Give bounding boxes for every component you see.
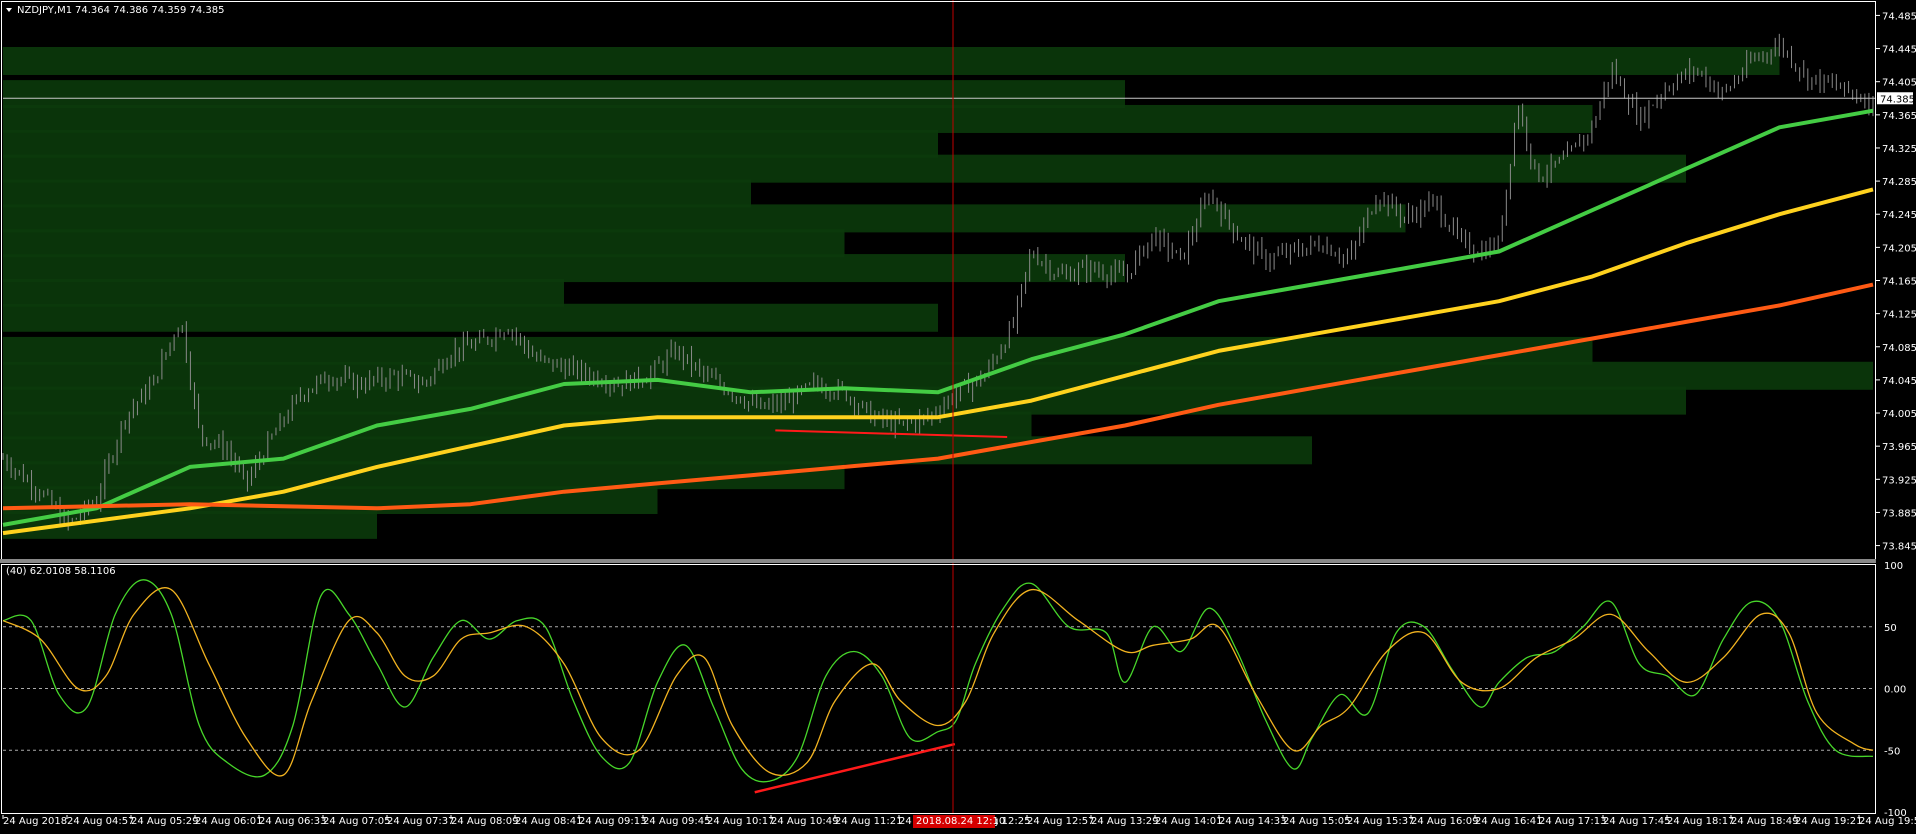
price-tick-label: 74.045 <box>1882 376 1916 387</box>
trading-chart[interactable]: 74.485 74.445 74.405 74.365 74.325 74.285 74.2… <box>0 0 1916 834</box>
current-price-label: 74.385 <box>1880 94 1915 105</box>
cursor-time-label: 2018.08.24 12:10 <box>916 816 1005 827</box>
time-tick-label: 24 Aug 09:13 <box>579 816 646 827</box>
price-tick-label: 74.245 <box>1882 210 1916 221</box>
time-tick-label: 24 Aug 14:33 <box>1219 816 1286 827</box>
price-tick-label: 73.885 <box>1882 508 1916 519</box>
time-tick-label: 24 Aug 07:05 <box>323 816 390 827</box>
time-tick-label: 24 Aug 15:05 <box>1283 816 1350 827</box>
profile-band <box>3 154 1686 183</box>
price-tick-label: 74.445 <box>1882 45 1916 56</box>
time-tick-label: 24 Aug 19:53 <box>1859 816 1916 827</box>
time-tick-label: 24 Aug 11:21 <box>835 816 902 827</box>
osc-tick-label: 0.00 <box>1884 685 1906 696</box>
price-tick-label: 74.085 <box>1882 343 1916 354</box>
time-tick-label: 24 Aug 08:41 <box>515 816 582 827</box>
time-tick-label: 24 Aug 06:01 <box>195 816 262 827</box>
profile-band <box>3 46 1780 75</box>
profile-band <box>3 461 845 490</box>
indicator-header: (40) 62.0108 58.1106 <box>6 566 116 577</box>
profile-band <box>3 278 564 307</box>
time-tick-label: 24 Aug 17:45 <box>1603 816 1670 827</box>
price-tick-label: 74.125 <box>1882 310 1916 321</box>
time-tick-label: 24 Aug 08:09 <box>451 816 518 827</box>
profile-band <box>3 386 1686 415</box>
time-tick-label: 24 Aug 10:17 <box>707 816 774 827</box>
symbol-label: NZDJPY,M1 <box>17 5 72 16</box>
profile-band <box>3 104 1593 133</box>
time-tick-label: 24 Aug 06:33 <box>259 816 326 827</box>
osc-tick-label: -50 <box>1884 746 1900 757</box>
time-tick-label: 24 Aug 19:21 <box>1795 816 1862 827</box>
price-tick-label: 74.205 <box>1882 243 1916 254</box>
price-tick-label: 74.285 <box>1882 177 1916 188</box>
time-tick-label: 24 Aug 14:01 <box>1155 816 1222 827</box>
price-tick-label: 74.365 <box>1882 111 1916 122</box>
time-tick-label: 24 Aug 2018 <box>3 816 67 827</box>
time-tick-label: 24 Aug 13:29 <box>1091 816 1158 827</box>
profile-band <box>3 204 1406 233</box>
price-tick-label: 74.405 <box>1882 78 1916 89</box>
profile-band <box>3 80 1125 109</box>
profile-band <box>3 361 1873 390</box>
time-tick-label: 24 Aug 05:29 <box>131 816 198 827</box>
price-tick-label: 73.965 <box>1882 442 1916 453</box>
time-tick-label: 24 Aug 16:09 <box>1411 816 1478 827</box>
price-tick-label: 74.325 <box>1882 144 1916 155</box>
time-tick-label: 24 Aug 18:49 <box>1731 816 1798 827</box>
chart-header: NZDJPY,M1 74.364 74.386 74.359 74.385 <box>6 5 225 16</box>
price-tick-label: 74.165 <box>1882 277 1916 288</box>
time-tick-label: 24 Aug 17:13 <box>1539 816 1606 827</box>
profile-band <box>3 303 938 332</box>
time-tick-label: 24 Aug 09:45 <box>643 816 710 827</box>
price-tick-label: 74.485 <box>1882 11 1916 22</box>
price-tick-label: 74.005 <box>1882 409 1916 420</box>
time-tick-label: 24 Aug 10:49 <box>771 816 838 827</box>
time-tick-label: 24 Aug 12:57 <box>1027 816 1094 827</box>
profile-band <box>3 229 845 258</box>
price-tick-label: 73.845 <box>1882 542 1916 553</box>
time-tick-label: 24 Aug 16:41 <box>1475 816 1542 827</box>
time-tick-label: 24 Aug 04:57 <box>67 816 134 827</box>
ohlc-values: 74.364 74.386 74.359 74.385 <box>75 5 225 16</box>
panel-separator[interactable] <box>0 559 1876 563</box>
osc-tick-label: 100 <box>1884 561 1903 572</box>
price-tick-label: 73.925 <box>1882 475 1916 486</box>
time-tick-label: 24 Aug 18:17 <box>1667 816 1734 827</box>
profile-band <box>3 336 1593 365</box>
profile-band <box>3 254 1125 283</box>
time-tick-label: 24 Aug 15:37 <box>1347 816 1414 827</box>
osc-tick-label: 50 <box>1884 623 1897 634</box>
profile-band <box>3 129 938 158</box>
time-tick-label: 24 Aug 07:37 <box>387 816 454 827</box>
profile-band <box>3 179 751 208</box>
profile-band <box>3 436 1312 465</box>
